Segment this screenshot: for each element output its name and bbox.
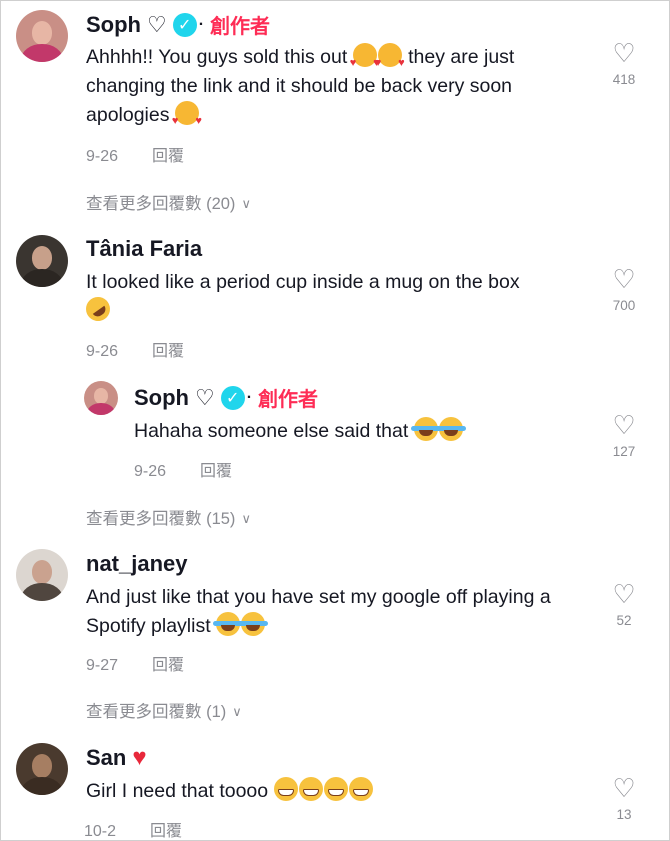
comment-text: Hahaha someone else said that [134,417,584,446]
heart-outline-icon[interactable]: ♡ [604,581,644,607]
face-with-tears-of-joy-icon [435,417,466,441]
chevron-down-icon: ∨ [241,196,251,211]
reply-button[interactable]: 回覆 [150,823,182,840]
heart-outline-icon[interactable]: ♡ [604,412,644,438]
comment-date: 9-26 [86,148,119,165]
reply-button[interactable]: 回覆 [152,343,184,360]
comment-meta: 9-26 回覆 [86,337,184,361]
view-more-replies[interactable]: 查看更多回覆數 (20) ∨ [86,190,251,214]
like-count: 127 [612,444,636,459]
comment-meta: 9-27 回覆 [86,651,184,675]
chevron-down-icon: ∨ [232,704,242,719]
avatar[interactable] [16,549,68,601]
author-name[interactable]: Soph [134,385,189,411]
like-button[interactable]: ♡ 418 [604,40,644,87]
avatar[interactable] [84,381,118,415]
comment-date: 9-26 [86,343,119,360]
grinning-face-icon [273,777,298,801]
rolling-on-floor-laughing-icon [81,292,115,326]
like-count: 418 [612,72,636,87]
comment-text: Girl I need that toooo [86,777,586,806]
heart-outline-icon: ♡ [147,11,167,37]
like-button[interactable]: ♡ 52 [604,581,644,628]
like-count: 52 [616,613,632,628]
comment-date: 9-27 [86,657,119,674]
comment-date: 9-26 [134,463,167,480]
heart-outline-icon[interactable]: ♡ [604,266,644,292]
face-with-tears-of-joy-icon [238,612,269,636]
verified-check-icon: ✓ [220,385,245,410]
comment-author[interactable]: Soph ♡ ✓ · 創作者 [86,10,270,39]
author-name[interactable]: San [86,745,126,771]
like-button[interactable]: ♡ 13 [604,775,644,822]
red-heart-icon: ♥ [132,744,147,771]
reply-button[interactable]: 回覆 [200,463,232,480]
like-count: 13 [616,807,632,822]
view-more-replies[interactable]: 查看更多回覆數 (15) ∨ [86,505,251,529]
like-count: 700 [612,298,636,313]
comment-author[interactable]: Soph ♡ ✓ · 創作者 [134,383,318,412]
grinning-face-icon [298,777,323,801]
face-with-tears-of-joy-icon [213,612,244,636]
comment-author[interactable]: Tânia Faria [86,236,202,262]
separator-dot: · [246,388,253,406]
comment-meta: 9-26 回覆 [86,142,184,166]
view-more-replies[interactable]: 查看更多回覆數 (1) ∨ [86,698,242,722]
chevron-down-icon: ∨ [241,511,251,526]
author-name[interactable]: Soph [86,12,141,38]
smiling-face-with-hearts-icon [350,43,380,78]
comment-author[interactable]: San ♥ [86,744,147,772]
comment-text: Ahhhh!! You guys sold this out they are … [86,43,586,136]
comment-text: And just like that you have set my googl… [86,586,551,637]
comment-date: 10-2 [84,823,117,840]
author-name[interactable]: nat_janey [86,551,188,577]
comment-text: It looked like a period cup inside a mug… [81,268,586,326]
creator-badge: 創作者 [210,16,271,38]
author-name[interactable]: Tânia Faria [86,236,202,262]
grinning-face-icon [323,777,348,801]
verified-check-icon: ✓ [172,12,197,37]
comment-meta: 9-26 回覆 [134,457,232,481]
smiling-face-with-hearts-icon [172,101,202,136]
heart-outline-icon[interactable]: ♡ [604,40,644,66]
creator-badge: 創作者 [258,389,319,411]
face-with-tears-of-joy-icon [410,417,441,441]
avatar[interactable] [16,743,68,795]
heart-outline-icon[interactable]: ♡ [604,775,644,801]
separator-dot: · [198,15,205,33]
comment-meta: 10-2 回覆 [84,817,182,841]
heart-outline-icon: ♡ [195,384,215,410]
reply-button[interactable]: 回覆 [152,148,184,165]
avatar[interactable] [16,10,68,62]
smiling-face-with-hearts-icon [375,43,405,78]
like-button[interactable]: ♡ 127 [604,412,644,459]
avatar[interactable] [16,235,68,287]
like-button[interactable]: ♡ 700 [604,266,644,313]
reply-button[interactable]: 回覆 [152,657,184,674]
comment-author[interactable]: nat_janey [86,551,188,577]
grinning-face-icon [348,777,373,801]
